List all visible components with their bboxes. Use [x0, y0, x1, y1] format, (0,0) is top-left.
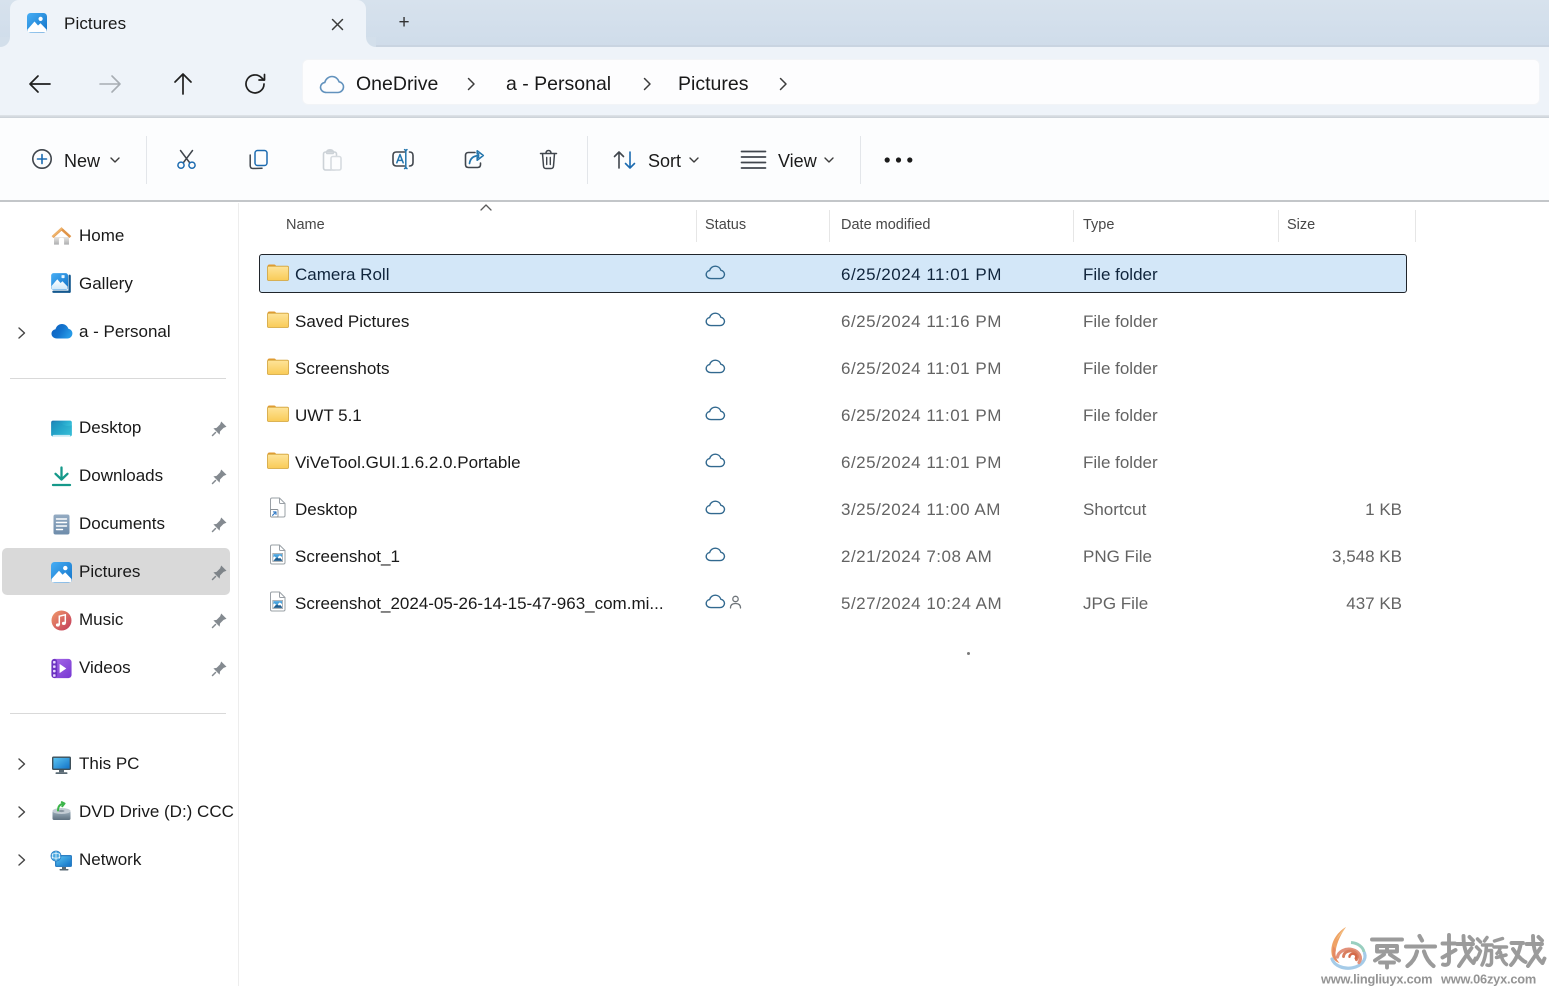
- svg-text:www.06zyx.com: www.06zyx.com: [1440, 972, 1536, 986]
- svg-text:www.lingliuyx.com: www.lingliuyx.com: [1320, 972, 1432, 986]
